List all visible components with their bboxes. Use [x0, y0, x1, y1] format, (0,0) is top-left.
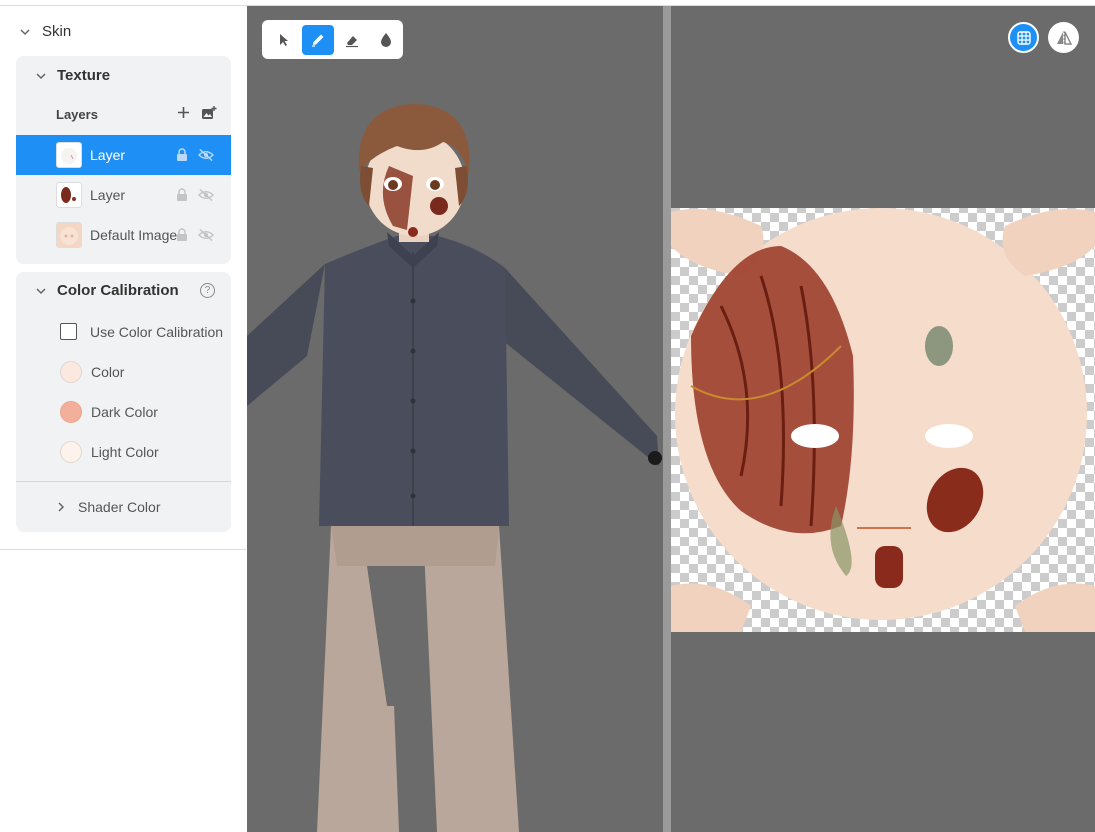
grid-toggle-button[interactable]	[1008, 22, 1039, 53]
select-tool-button[interactable]	[268, 25, 300, 55]
help-icon[interactable]: ?	[200, 283, 215, 298]
layer-item-2[interactable]: Layer	[16, 175, 231, 215]
layer-name: Default Image	[90, 227, 178, 243]
viewport-splitter[interactable]	[663, 6, 671, 832]
pen-tool-button[interactable]	[302, 24, 334, 55]
eraser-tool-button[interactable]	[336, 25, 368, 55]
lock-icon[interactable]	[174, 147, 190, 163]
dark-color-swatch-row[interactable]: Dark Color	[60, 401, 158, 423]
shader-color-header[interactable]: Shader Color	[54, 499, 161, 515]
chevron-down-icon	[18, 25, 32, 39]
hidden-eye-icon[interactable]	[198, 187, 214, 203]
fill-drop-icon	[381, 33, 391, 47]
dark-color-label: Dark Color	[91, 404, 158, 420]
chevron-right-icon	[54, 500, 68, 514]
pen-icon	[312, 34, 324, 47]
color-calibration-title: Color Calibration	[57, 282, 179, 299]
layer-name: Layer	[90, 187, 126, 203]
layer-name: Layer	[90, 147, 126, 163]
hidden-eye-icon[interactable]	[198, 147, 214, 163]
mirror-toggle-button[interactable]	[1048, 22, 1079, 53]
color-swatch[interactable]	[60, 361, 82, 383]
fill-tool-button[interactable]	[370, 25, 402, 55]
add-image-icon[interactable]	[201, 104, 217, 120]
shader-color-label: Shader Color	[78, 499, 161, 515]
color-calibration-header[interactable]: Color Calibration	[34, 282, 179, 299]
lock-icon[interactable]	[174, 187, 190, 203]
color-swatch-row[interactable]: Color	[60, 361, 124, 383]
grid-icon	[1016, 30, 1031, 45]
add-layer-icon[interactable]	[175, 104, 191, 120]
layers-tools	[175, 104, 217, 120]
checkbox-box[interactable]	[60, 323, 77, 340]
chevron-down-icon	[34, 69, 48, 83]
color-calibration-card: Color Calibration ? Use Color Calibratio…	[16, 272, 231, 532]
layer-thumbnail	[56, 142, 82, 168]
sidebar: Skin Texture Layers Layer Layer Default …	[0, 6, 246, 832]
light-color-label: Light Color	[91, 444, 159, 460]
select-icon	[280, 33, 288, 46]
layer-thumbnail	[56, 182, 82, 208]
texture-viewport[interactable]	[671, 6, 1095, 832]
light-color-swatch[interactable]	[60, 441, 82, 463]
texture-card: Texture Layers Layer Layer Default Image	[16, 56, 231, 264]
color-label: Color	[91, 364, 125, 380]
avatar-model[interactable]	[247, 6, 663, 832]
divider	[16, 481, 231, 482]
3d-viewport[interactable]	[247, 6, 663, 832]
use-color-calibration-checkbox[interactable]: Use Color Calibration	[60, 323, 223, 340]
texture-header[interactable]: Texture	[34, 67, 110, 84]
layer-item-1[interactable]: Layer	[16, 135, 231, 175]
sidebar-bottom-divider	[0, 549, 246, 550]
skin-label: Skin	[42, 23, 72, 40]
mirror-icon	[1056, 30, 1072, 45]
skin-section-header[interactable]: Skin	[18, 23, 71, 40]
dark-color-swatch[interactable]	[60, 401, 82, 423]
hidden-eye-icon[interactable]	[198, 227, 214, 243]
eraser-icon	[346, 35, 358, 47]
light-color-swatch-row[interactable]: Light Color	[60, 441, 159, 463]
texture-title: Texture	[57, 67, 111, 84]
layer-item-3[interactable]: Default Image	[16, 215, 231, 255]
lock-icon[interactable]	[174, 227, 190, 243]
view-mode-buttons	[1008, 22, 1079, 53]
layers-label: Layers	[56, 107, 98, 122]
layer-thumbnail	[56, 222, 82, 248]
drawing-toolbar	[262, 20, 403, 59]
chevron-down-icon	[34, 284, 48, 298]
texture-canvas[interactable]	[671, 6, 1095, 832]
use-color-calibration-label: Use Color Calibration	[90, 323, 224, 340]
